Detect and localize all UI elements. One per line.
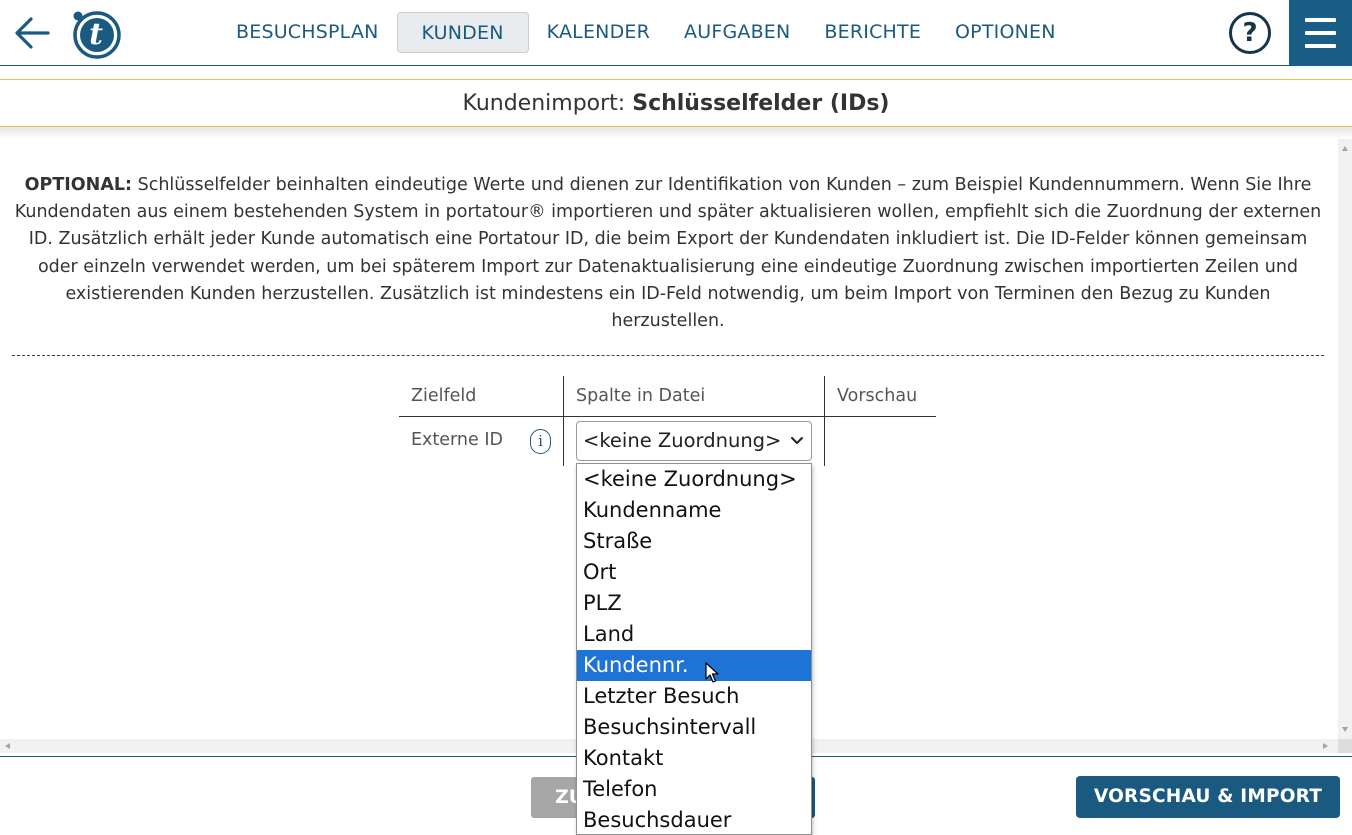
row-label-externe-id: Externe ID xyxy=(411,430,503,450)
dropdown-option[interactable]: Besuchsintervall xyxy=(577,712,811,743)
mapping-table: Zielfeld Spalte in Datei Vorschau Extern… xyxy=(399,376,936,466)
column-select-value: <keine Zuordnung> xyxy=(583,429,782,452)
dropdown-option[interactable]: Kundenname xyxy=(577,495,811,526)
dropdown-option[interactable]: Ort xyxy=(577,557,811,588)
page-title: Kundenimport: Schlüsselfelder (IDs) xyxy=(0,79,1352,127)
col-header-spalte: Spalte in Datei xyxy=(576,386,706,406)
intro-body: Schlüsselfelder beinhalten eindeutige We… xyxy=(14,175,1322,332)
page-title-bold: Schlüsselfelder (IDs) xyxy=(632,91,890,116)
dropdown-option[interactable]: PLZ xyxy=(577,588,811,619)
scroll-left-icon[interactable] xyxy=(5,743,10,749)
intro-lead: OPTIONAL: xyxy=(24,175,133,195)
info-icon[interactable]: i xyxy=(530,429,551,454)
section-divider xyxy=(12,355,1324,356)
preview-import-button[interactable]: VORSCHAU & IMPORT xyxy=(1076,776,1340,818)
main-nav: BESUCHSPLAN KUNDEN KALENDER AUFGABEN BER… xyxy=(220,12,1074,53)
chevron-down-icon xyxy=(791,437,803,444)
top-navigation-bar: t BESUCHSPLAN KUNDEN KALENDER AUFGABEN B… xyxy=(0,0,1352,66)
column-select[interactable]: <keine Zuordnung> xyxy=(576,421,812,461)
page-title-prefix: Kundenimport: xyxy=(462,91,633,116)
scroll-right-icon[interactable] xyxy=(1323,743,1328,749)
logo-icon[interactable]: t xyxy=(70,8,124,60)
dropdown-option[interactable]: Telefon xyxy=(577,774,811,805)
nav-kalender[interactable]: KALENDER xyxy=(531,12,666,53)
title-divider xyxy=(0,127,1352,139)
intro-text: OPTIONAL: Schlüsselfelder beinhalten ein… xyxy=(12,172,1324,335)
nav-kunden[interactable]: KUNDEN xyxy=(396,12,529,53)
dropdown-option[interactable]: Besuchsdauer xyxy=(577,805,811,834)
back-arrow-icon[interactable] xyxy=(12,14,52,52)
help-icon[interactable]: ? xyxy=(1229,12,1271,54)
logo-letter: t xyxy=(89,17,103,52)
dropdown-option[interactable]: Letzter Besuch xyxy=(577,681,811,712)
dropdown-option[interactable]: Land xyxy=(577,619,811,650)
nav-aufgaben[interactable]: AUFGABEN xyxy=(668,12,806,53)
nav-berichte[interactable]: BERICHTE xyxy=(808,12,937,53)
dropdown-option[interactable]: Straße xyxy=(577,526,811,557)
col-header-vorschau: Vorschau xyxy=(837,386,918,406)
table-header-line xyxy=(399,416,936,417)
scroll-down-icon[interactable] xyxy=(1342,727,1348,732)
vertical-scrollbar[interactable] xyxy=(1338,139,1352,739)
nav-optionen[interactable]: OPTIONEN xyxy=(939,12,1072,53)
mouse-cursor-icon xyxy=(705,662,719,683)
column-divider xyxy=(563,376,564,466)
dropdown-option[interactable]: Kontakt xyxy=(577,743,811,774)
dropdown-option-highlighted[interactable]: Kundennr. xyxy=(577,650,811,681)
hamburger-menu-icon[interactable] xyxy=(1289,0,1352,66)
scrollbar-corner xyxy=(1338,739,1352,753)
column-divider xyxy=(824,376,825,466)
dropdown-option[interactable]: <keine Zuordnung> xyxy=(577,464,811,495)
col-header-zielfeld: Zielfeld xyxy=(411,386,477,406)
nav-besuchsplan[interactable]: BESUCHSPLAN xyxy=(220,12,395,53)
scroll-up-icon[interactable] xyxy=(1342,146,1348,151)
column-select-dropdown: <keine Zuordnung> Kundenname Straße Ort … xyxy=(576,463,812,835)
